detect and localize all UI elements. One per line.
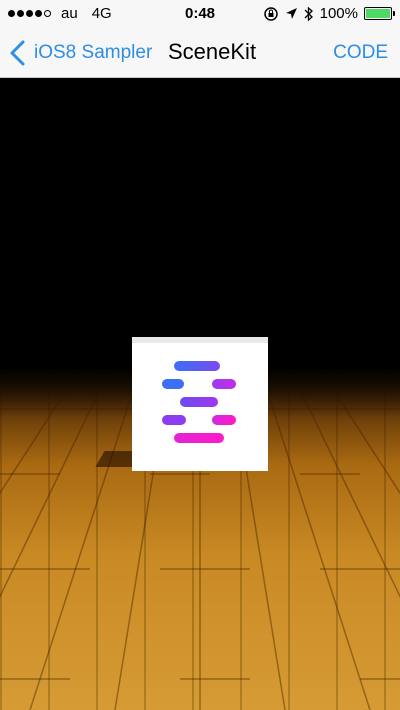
app-logo-icon	[158, 361, 242, 457]
orientation-lock-icon	[263, 6, 278, 21]
location-arrow-icon	[285, 8, 297, 19]
page-title: SceneKit	[168, 39, 257, 64]
cube-front-face	[132, 343, 268, 471]
back-button-label: iOS8 Sampler	[34, 42, 153, 63]
bluetooth-icon	[304, 6, 313, 21]
back-button[interactable]: iOS8 Sampler	[8, 40, 152, 66]
battery-percent: 100%	[319, 5, 358, 22]
battery-icon	[364, 7, 395, 20]
code-button[interactable]: CODE	[333, 42, 388, 64]
logo-cube[interactable]	[132, 337, 268, 471]
navigation-bar: iOS8 Sampler SceneKit CODE	[0, 28, 400, 78]
status-right: 100%	[263, 5, 395, 22]
status-bar: au 4G 0:48 100%	[0, 0, 400, 28]
chevron-left-icon	[10, 40, 25, 66]
scenekit-view[interactable]	[0, 79, 400, 710]
